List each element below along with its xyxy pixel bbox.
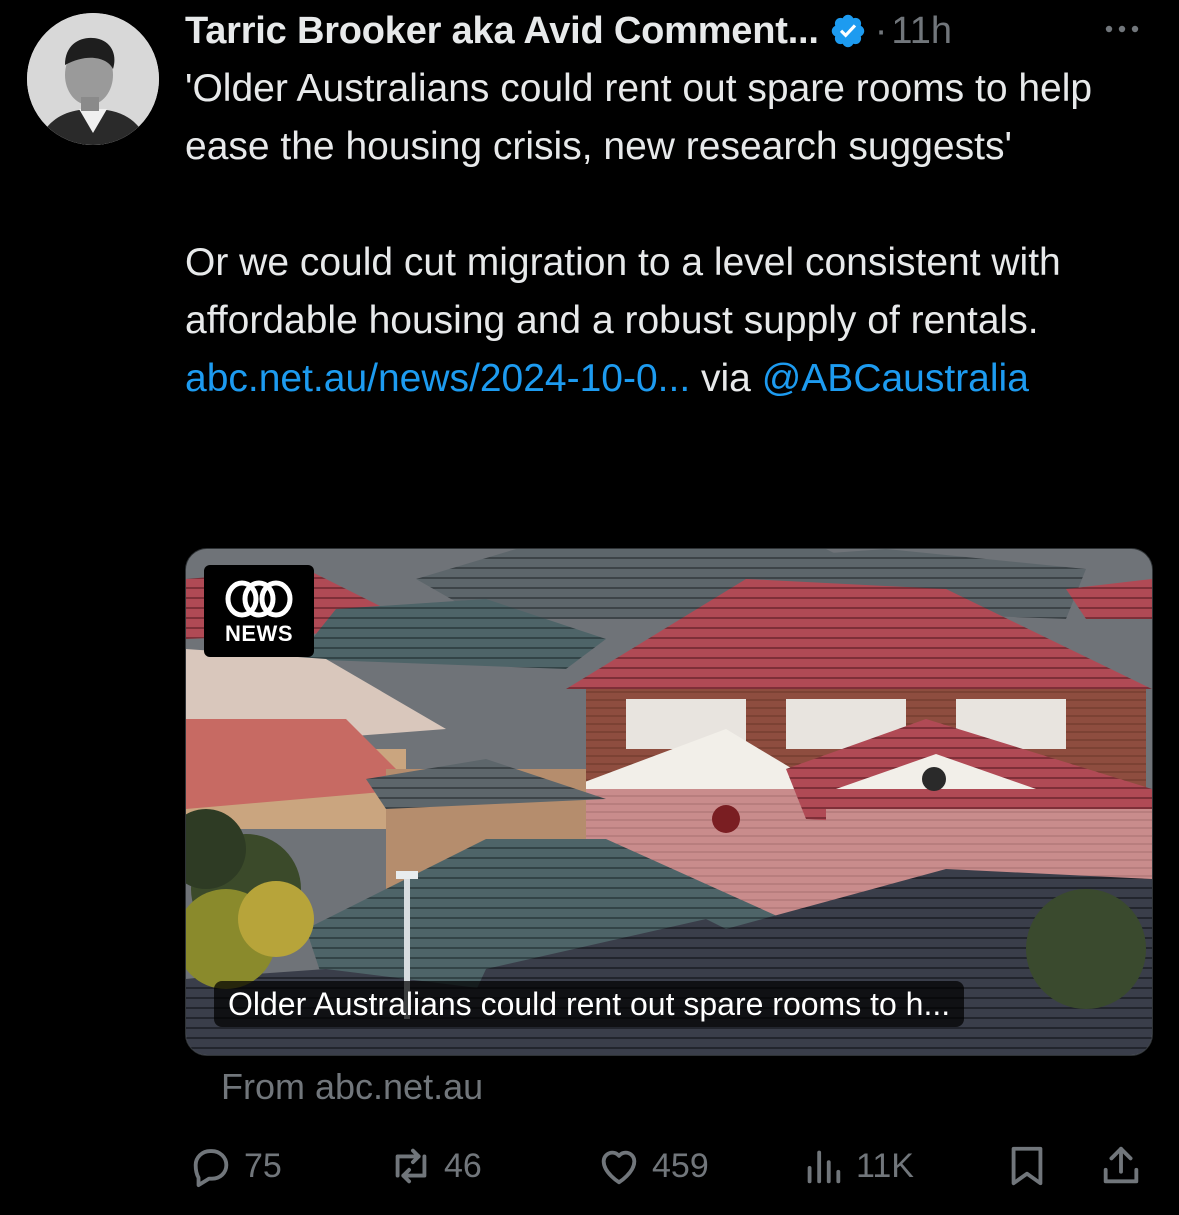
repost-count: 46 [444,1146,482,1185]
via-text: via [690,357,762,400]
suburban-houses-photo [186,549,1152,1055]
link-preview-card[interactable]: NEWS Older Australians could rent out sp… [185,548,1153,1056]
share-icon [1103,1146,1139,1184]
repost-button[interactable]: 46 [388,1138,482,1194]
repost-icon [395,1148,427,1184]
bookmark-icon [1011,1146,1043,1186]
avatar-image [27,13,159,145]
abc-news-label: NEWS [225,621,293,646]
author-avatar[interactable] [27,13,159,145]
view-count: 11K [856,1146,914,1185]
card-headline[interactable]: Older Australians could rent out spare r… [214,981,965,1027]
reply-icon [193,1149,229,1188]
abc-news-logo: NEWS [204,565,314,657]
tweet-header: Tarric Brooker aka Avid Comment... · 11h [185,8,1155,54]
like-button[interactable]: 459 [596,1138,709,1194]
card-source[interactable]: From abc.net.au [221,1066,483,1108]
tweet-comment-paragraph: Or we could cut migration to a level con… [185,234,1160,408]
share-button[interactable] [1098,1138,1144,1194]
mention-link[interactable]: @ABCaustralia [762,357,1029,400]
author-name[interactable]: Tarric Brooker aka Avid Comment... [185,10,819,53]
reply-button[interactable]: 75 [188,1138,282,1194]
heart-icon [601,1150,637,1185]
abc-lissajous-icon [225,580,293,618]
article-link[interactable]: abc.net.au/news/2024-10-0... [185,357,690,400]
views-button[interactable]: 11K [800,1138,914,1194]
bookmark-button[interactable] [1004,1138,1050,1194]
verified-badge-icon [831,14,864,48]
tweet-timestamp[interactable]: 11h [891,10,952,53]
tweet-body: 'Older Australians could rent out spare … [185,60,1160,408]
more-options-icon[interactable] [1101,14,1143,44]
tweet-actions-bar: 75 46 459 11K [0,1138,1179,1194]
header-separator: · [874,9,888,52]
analytics-icon [807,1150,841,1184]
tweet-quote-paragraph: 'Older Australians could rent out spare … [185,67,1093,168]
tweet-comment-text: Or we could cut migration to a level con… [185,241,1061,342]
reply-count: 75 [244,1146,282,1185]
like-count: 459 [652,1146,709,1185]
